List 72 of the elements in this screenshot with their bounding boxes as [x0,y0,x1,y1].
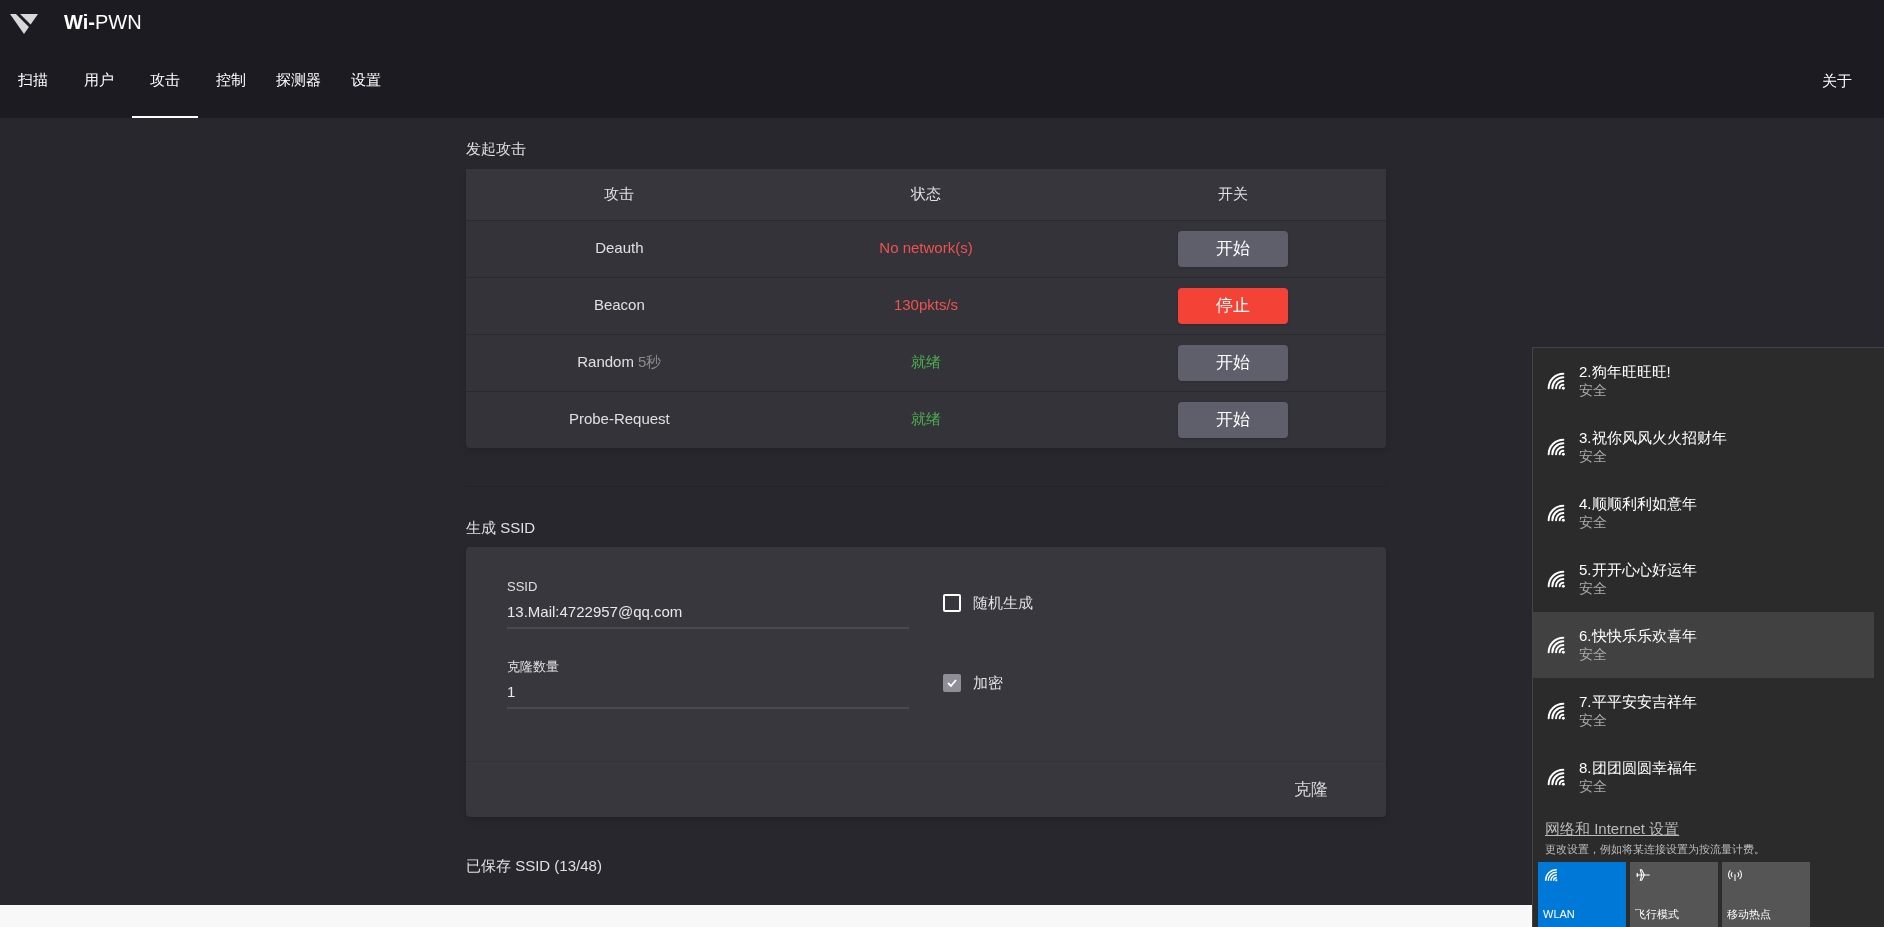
section-title: 已保存 SSID (13/48) [466,856,602,876]
app-title: Wi-PWN [64,10,142,35]
network-item[interactable]: 2.狗年旺旺旺! 安全 [1533,348,1874,414]
about-link[interactable]: 关于 [1822,44,1852,118]
field-label: SSID [507,578,539,596]
wifi-signal-icon [1545,568,1567,590]
hotspot-icon [1727,867,1743,883]
network-name: 2.狗年旺旺旺! [1579,362,1671,382]
attack-name: Random 5秒 [576,352,663,373]
network-name: 7.平平安安吉祥年 [1579,692,1697,712]
checkbox[interactable] [943,594,961,612]
nav-tab[interactable]: 控制 [198,44,264,118]
network-name: 3.祝你风风火火招财年 [1579,428,1727,448]
wifi-signal-icon [1545,634,1567,656]
network-item[interactable]: 7.平平安安吉祥年 安全 [1533,678,1874,744]
network-security: 安全 [1579,711,1608,730]
start-button[interactable]: 开始 [1177,401,1288,438]
airplane-icon [1635,867,1651,883]
network-security: 安全 [1579,777,1608,796]
network-item[interactable]: 3.祝你风风火火招财年 安全 [1533,414,1874,480]
quick-action-tile[interactable]: 飞行模式 [1630,862,1718,927]
quick-action-tile[interactable]: 移动热点 [1722,862,1810,927]
attack-name: Probe-Request [567,409,671,430]
nav-tab[interactable]: 扫描 [0,44,66,118]
network-name: 8.团团圆圆幸福年 [1579,758,1697,778]
column-header: 开关 [1216,183,1249,204]
wifi-signal-icon [1545,436,1567,458]
attack-name: Deauth [594,238,645,259]
wifi-signal-icon [1545,700,1567,722]
network-item[interactable]: 5.开开心心好运年 安全 [1533,546,1874,612]
attack-name: Beacon [592,295,646,316]
text-field[interactable]: 13.Mail:4722957@qq.com [507,600,909,629]
start-button[interactable]: 开始 [1177,344,1288,381]
wifi-signal-icon [1545,502,1567,524]
clone-button[interactable]: 克隆 [1286,772,1336,807]
checkbox-label: 加密 [973,672,1003,693]
checkmark-icon [946,677,958,689]
attack-status: 就绪 [910,409,942,430]
settings-link[interactable]: 网络和 Internet 设置 [1545,818,1680,841]
wifi-signal-icon [1543,867,1559,883]
network-security: 安全 [1579,381,1608,400]
network-security: 安全 [1579,447,1608,466]
nav-tab[interactable]: 用户 [66,44,132,118]
network-security: 安全 [1579,513,1608,532]
network-name: 5.开开心心好运年 [1579,560,1697,580]
nav-tab[interactable]: 设置 [333,44,399,118]
field-label: 克隆数量 [507,658,560,676]
attack-status: No network(s) [878,238,974,259]
quick-action-tile[interactable]: WLAN [1538,862,1626,927]
column-header: 攻击 [603,183,636,204]
wifi-signal-icon [1545,766,1567,788]
stop-button[interactable]: 停止 [1177,287,1288,324]
network-name: 4.顺顺利利如意年 [1579,494,1697,514]
start-button[interactable]: 开始 [1177,230,1288,267]
text-field[interactable]: 1 [507,680,909,709]
checkbox-label: 随机生成 [973,592,1033,613]
section-title: 发起攻击 [466,139,526,159]
attack-status: 130pkts/s [892,295,960,316]
checkbox[interactable] [943,674,961,692]
network-security: 安全 [1579,645,1608,664]
network-security: 安全 [1579,579,1608,598]
attack-status: 就绪 [910,352,942,373]
nav-tab[interactable]: 探测器 [264,44,333,118]
column-header: 状态 [910,183,942,204]
network-item[interactable]: 6.快快乐乐欢喜年 安全 [1533,612,1874,678]
network-item[interactable]: 4.顺顺利利如意年 安全 [1533,480,1874,546]
network-item[interactable]: 8.团团圆圆幸福年 安全 [1533,744,1874,810]
network-name: 6.快快乐乐欢喜年 [1579,626,1697,646]
wifi-signal-icon [1545,370,1567,392]
nav-tab[interactable]: 攻击 [132,44,198,118]
settings-hint: 更改设置，例如将某连接设置为按流量计费。 [1545,841,1765,857]
section-title: 生成 SSID [466,517,536,538]
